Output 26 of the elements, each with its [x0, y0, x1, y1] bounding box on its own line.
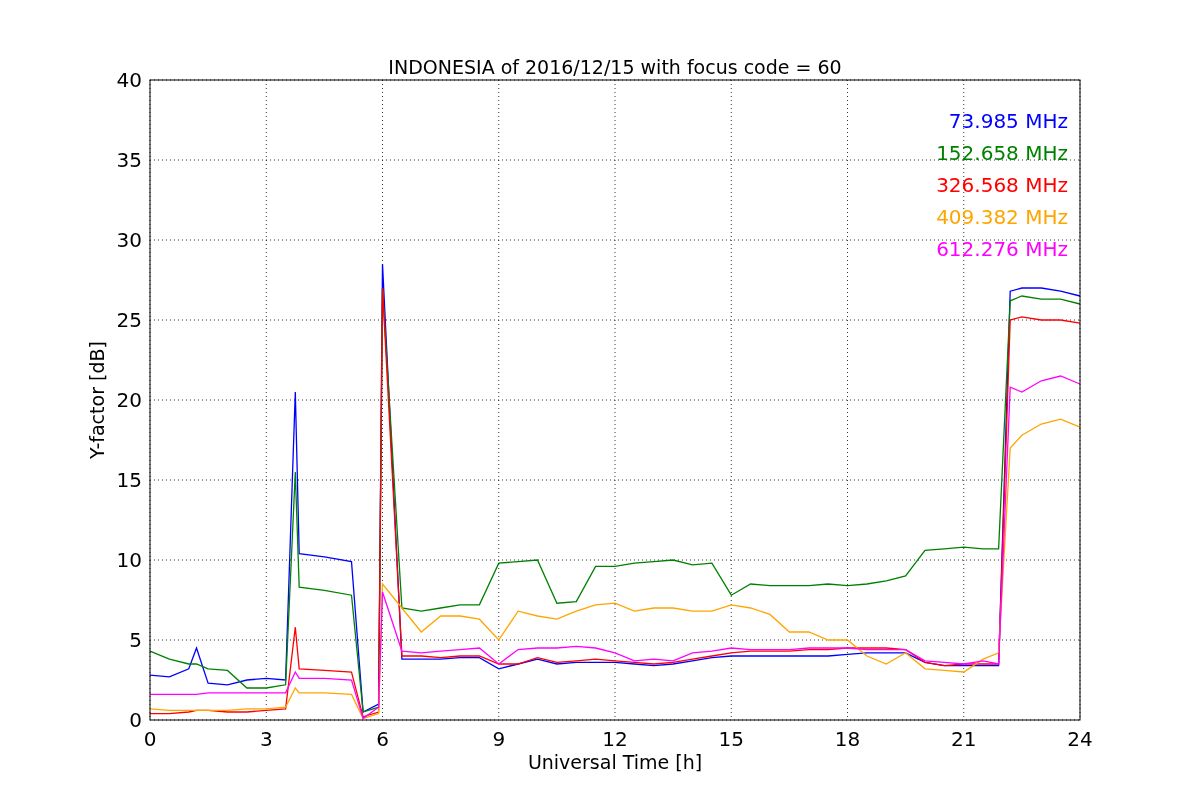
legend-label: 152.658 MHz [936, 141, 1068, 165]
legend-label: 409.382 MHz [936, 205, 1068, 229]
x-tick-label: 24 [1067, 727, 1093, 751]
y-tick-label: 30 [116, 228, 142, 252]
y-tick-label: 0 [129, 708, 142, 732]
legend-label: 73.985 MHz [948, 109, 1068, 133]
y-tick-label: 5 [129, 628, 142, 652]
y-axis-label: Y-factor [dB] [86, 341, 108, 459]
x-axis-label: Universal Time [h] [527, 751, 703, 773]
x-tick-label: 12 [602, 727, 628, 751]
chart-title: INDONESIA of 2016/12/15 with focus code = 60 [388, 56, 842, 78]
x-tick-label: 3 [259, 727, 273, 751]
x-tick-label: 15 [718, 727, 744, 751]
y-tick-label: 35 [116, 148, 142, 172]
x-tick-label: 9 [492, 727, 506, 751]
y-tick-label: 20 [116, 388, 142, 412]
y-tick-label: 40 [116, 68, 142, 92]
x-tick-label: 0 [143, 727, 157, 751]
y-tick-label: 15 [116, 468, 142, 492]
legend-label: 326.568 MHz [936, 173, 1068, 197]
x-tick-label: 21 [951, 727, 977, 751]
y-tick-label: 25 [116, 308, 142, 332]
legend-label: 612.276 MHz [936, 237, 1068, 261]
x-tick-label: 6 [376, 727, 389, 751]
y-tick-label: 10 [116, 548, 142, 572]
x-tick-label: 18 [834, 727, 861, 751]
